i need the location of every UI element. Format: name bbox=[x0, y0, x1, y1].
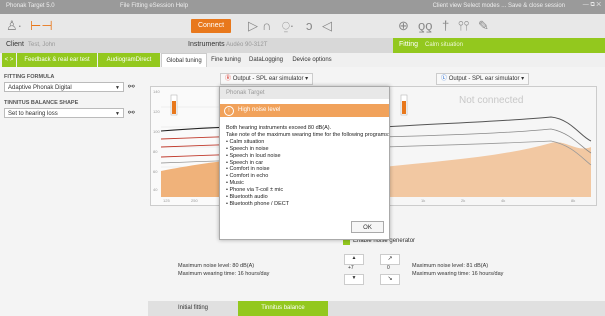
tab-audiogramdirect[interactable]: AudiogramDirect bbox=[98, 53, 160, 67]
tab-tinnitus-balance[interactable]: Tinnitus balance bbox=[238, 301, 328, 316]
program-item: • Speech in noise bbox=[226, 145, 269, 152]
x-tick: 8k bbox=[571, 198, 576, 203]
output-select-right[interactable]: Ⓡ Output - SPL ear simulator ▾ bbox=[220, 73, 314, 85]
connect-button[interactable]: Connect bbox=[191, 19, 231, 33]
program-item: • Speech in car bbox=[226, 159, 264, 166]
x-tick: 4k bbox=[501, 198, 506, 203]
tab-device-options[interactable]: Device options bbox=[288, 53, 336, 67]
program-item: • Phone via T-coil ± mic bbox=[226, 187, 284, 194]
link-icon[interactable]: ⚯ bbox=[128, 108, 135, 117]
fitting-label: Fitting bbox=[399, 41, 419, 48]
right-ear-icon: Ⓡ bbox=[225, 76, 232, 82]
step-value-left: +7 bbox=[348, 265, 354, 271]
program-item: • Bluetooth phone / DECT bbox=[226, 200, 290, 207]
tilt-down-button[interactable]: ↘ bbox=[380, 274, 400, 285]
tab-datalogging[interactable]: DataLogging bbox=[246, 53, 286, 67]
left-noise-level: Maximum noise level: 81 dB(A) bbox=[412, 263, 489, 269]
formula-select[interactable]: Adaptive Phonak Digital ▼ bbox=[4, 82, 124, 92]
tilt-up-button[interactable]: ↗ bbox=[380, 254, 400, 265]
hearing-aid-icon[interactable]: ∩ bbox=[262, 18, 271, 33]
chevron-down-icon: ▾ bbox=[305, 76, 309, 82]
dialog-line: Take note of the maximum wearing time fo… bbox=[226, 131, 390, 138]
y-tick: 140 bbox=[153, 89, 160, 94]
left-ear-icon: Ⓛ bbox=[441, 76, 448, 82]
left-wearing-time: Maximum wearing time: 16 hours/day bbox=[412, 271, 504, 277]
down-arrow-button[interactable]: ▼ bbox=[344, 274, 364, 285]
y-tick: 120 bbox=[153, 109, 160, 114]
tinnitus-select[interactable]: Set to hearing loss ▼ bbox=[4, 108, 124, 118]
microphone-icon[interactable]: † bbox=[442, 18, 449, 33]
y-tick: 100 bbox=[153, 129, 160, 134]
title-bar: Phonak Target 5.0 File Fitting eSession … bbox=[0, 0, 605, 14]
left-panel: FITTING FORMULA Adaptive Phonak Digital … bbox=[0, 67, 148, 316]
output-select-left[interactable]: Ⓛ Output - SPL ear simulator ▾ bbox=[436, 73, 530, 85]
program-item: • Speech in loud noise bbox=[226, 152, 281, 159]
step-value-right: 0 bbox=[387, 265, 390, 271]
ears-icon[interactable]: ƍƍ bbox=[418, 18, 432, 33]
fitting-header: Fitting Calm situation bbox=[393, 38, 605, 53]
program-item: • Music bbox=[226, 180, 244, 187]
warning-icon: ! bbox=[224, 106, 234, 116]
client-label: Client bbox=[6, 41, 24, 48]
equalizer-icon[interactable]: ⫯⫯ bbox=[458, 18, 469, 34]
tab-row: < > Feedback & real ear test AudiogramDi… bbox=[0, 53, 605, 68]
x-tick: 2k bbox=[461, 198, 466, 203]
dialog-line: Both hearing instruments exceed 80 dB(A)… bbox=[226, 125, 332, 131]
play-icon[interactable]: ▷ bbox=[248, 18, 258, 34]
dialog-body: Both hearing instruments exceed 80 dB(A)… bbox=[226, 125, 390, 208]
app-title: Phonak Target 5.0 bbox=[6, 3, 55, 9]
right-wearing-time: Maximum wearing time: 16 hours/day bbox=[178, 271, 270, 277]
tab-feedback[interactable]: Feedback & real ear test bbox=[17, 53, 97, 67]
fitting-program: Calm situation bbox=[425, 42, 464, 48]
up-arrow-button[interactable]: ▲ bbox=[344, 254, 364, 265]
speaker-icon[interactable]: ◁ bbox=[322, 18, 332, 34]
instruments-label: Instruments bbox=[188, 41, 225, 48]
chevron-down-icon: ▾ bbox=[521, 76, 525, 82]
high-noise-dialog: Phonak Target ! High noise level Both he… bbox=[219, 86, 390, 240]
chevron-down-icon: ▼ bbox=[115, 111, 120, 117]
dialog-title: Phonak Target bbox=[220, 87, 389, 99]
formula-value: Adaptive Phonak Digital bbox=[8, 85, 72, 91]
not-connected-text: Not connected bbox=[459, 95, 524, 106]
output-label-right: Output - SPL ear simulator bbox=[232, 76, 304, 82]
y-tick: 60 bbox=[153, 169, 158, 174]
x-tick: 250 bbox=[191, 198, 198, 203]
y-tick: 80 bbox=[153, 149, 158, 154]
program-item: • Calm situation bbox=[226, 138, 265, 145]
session-controls[interactable]: Client view Select modes ... Save & clos… bbox=[433, 3, 565, 9]
instruments-value: Audéo 90-312T bbox=[226, 42, 268, 48]
warning-banner: ! High noise level bbox=[220, 104, 389, 117]
tab-global-tuning[interactable]: Global tuning bbox=[161, 53, 207, 68]
menu-bar[interactable]: File Fitting eSession Help bbox=[120, 3, 188, 9]
target-icon[interactable]: ⊕ bbox=[398, 18, 409, 34]
device-icon[interactable]: ⍜· bbox=[282, 18, 294, 34]
tab-initial-fitting[interactable]: Initial fitting bbox=[148, 301, 238, 316]
tools-icon[interactable]: ✎ bbox=[478, 18, 489, 34]
audiogram-icon[interactable]: ⊢⊣ bbox=[30, 18, 53, 34]
client-icon[interactable]: ♙· bbox=[6, 18, 22, 34]
tinnitus-value: Set to hearing loss bbox=[8, 111, 58, 117]
ear-icon[interactable]: ↄ bbox=[306, 18, 313, 33]
formula-label: FITTING FORMULA bbox=[4, 74, 55, 80]
tab-fine-tuning[interactable]: Fine tuning bbox=[208, 53, 244, 67]
link-icon[interactable]: ⚯ bbox=[128, 82, 135, 91]
output-label-left: Output - SPL ear simulator bbox=[448, 76, 520, 82]
y-tick: 40 bbox=[153, 187, 158, 192]
tinnitus-label: TINNITUS BALANCE SHAPE bbox=[4, 100, 79, 106]
right-noise-level: Maximum noise level: 80 dB(A) bbox=[178, 263, 255, 269]
warning-text: High noise level bbox=[238, 107, 281, 113]
chevron-down-icon: ▼ bbox=[115, 85, 120, 91]
tab-nav-arrows[interactable]: < > bbox=[2, 53, 16, 67]
program-item: • Bluetooth audio bbox=[226, 194, 268, 201]
program-item: • Comfort in noise bbox=[226, 166, 270, 173]
toolbar: ♙· ⊢⊣ Connect ▷ ∩ ⍜· ↄ ◁ ⊕ ƍƍ † ⫯⫯ ✎ bbox=[0, 14, 605, 39]
window-controls[interactable]: — ⧉ ✕ bbox=[583, 2, 601, 9]
program-item: • Comfort in echo bbox=[226, 173, 269, 180]
ok-button[interactable]: OK bbox=[351, 221, 384, 233]
bottom-tabs: Initial fitting Tinnitus balance bbox=[148, 301, 605, 316]
x-tick: 125 bbox=[163, 198, 170, 203]
x-tick: 1k bbox=[421, 198, 426, 203]
client-name: Test, John bbox=[28, 42, 56, 48]
